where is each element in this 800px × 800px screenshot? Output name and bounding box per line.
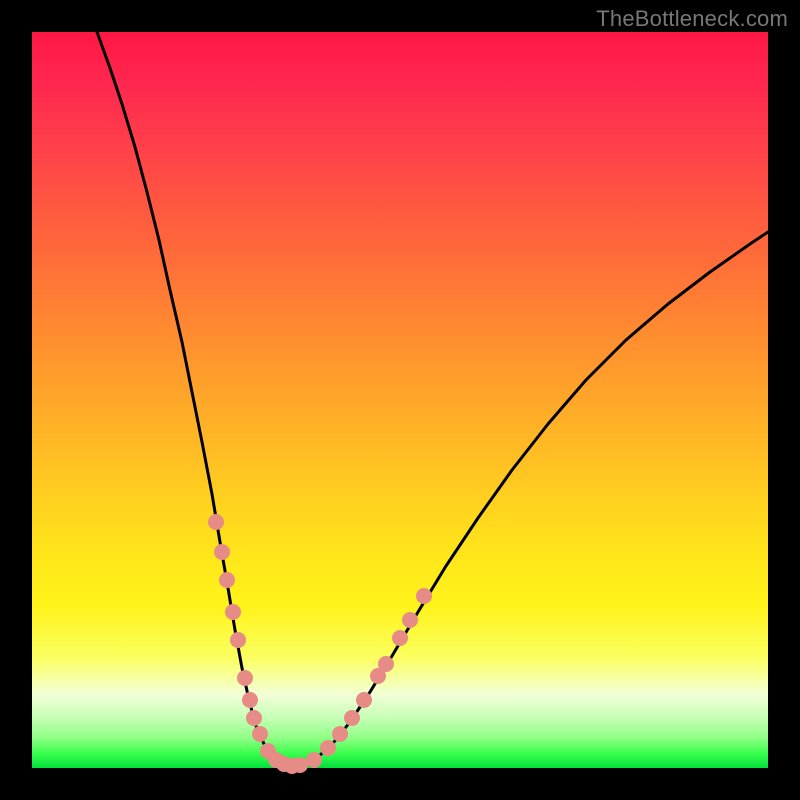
valley-marker-dot [246,710,262,726]
chart-svg [32,32,768,768]
chart-plot-area [32,32,768,768]
valley-marker-dot [214,544,230,560]
valley-marker-dot [242,692,258,708]
valley-marker-dot [292,757,308,773]
valley-marker-dot [230,632,246,648]
valley-marker-dot [332,726,348,742]
valley-marker-dot [219,572,235,588]
valley-marker-dot [320,740,336,756]
valley-marker-dot [208,514,224,530]
valley-marker-dot [378,656,394,672]
curve-left-branch [97,32,294,767]
valley-marker-dot [344,710,360,726]
valley-marker-dot [225,604,241,620]
valley-marker-dot [416,588,432,604]
valley-markers [208,514,432,774]
valley-marker-dot [237,670,253,686]
valley-marker-dot [356,692,372,708]
chart-frame: TheBottleneck.com [0,0,800,800]
curve-right-branch [294,232,768,767]
valley-marker-dot [402,612,418,628]
valley-marker-dot [252,726,268,742]
attribution-text: TheBottleneck.com [596,6,788,32]
valley-marker-dot [306,752,322,768]
valley-marker-dot [392,630,408,646]
